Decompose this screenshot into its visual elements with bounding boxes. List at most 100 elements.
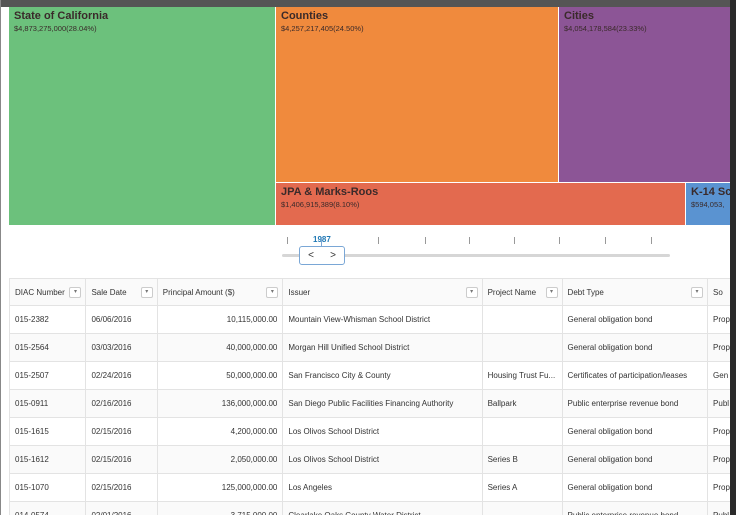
slider-tick <box>378 237 379 244</box>
cell-principal-amount: 10,115,000.00 <box>156 305 284 334</box>
cell-diac-number: 014-0574 <box>8 501 87 515</box>
table-row[interactable]: 015-0911 02/16/2016 136,000,000.00 San D… <box>8 389 736 418</box>
slider-tick <box>514 237 515 244</box>
cell-sale-date: 02/15/2016 <box>85 473 158 502</box>
slider-tick <box>605 237 606 244</box>
table-row[interactable]: 015-2507 02/24/2016 50,000,000.00 San Fr… <box>8 361 736 390</box>
cell-sale-date: 02/15/2016 <box>85 445 158 474</box>
year-slider: 1987 < > <box>9 225 731 278</box>
table-header-row: DIAC Number ▾ Sale Date ▾ Principal Amount… <box>8 278 736 306</box>
cell-principal-amount: 40,000,000.00 <box>156 333 284 362</box>
tile-value: $594,053, <box>691 200 725 209</box>
cell-debt-type: Certificates of participation/leases <box>561 361 709 390</box>
cell-project-name: Ballpark <box>481 389 563 418</box>
app-frame: State of California $4,873,275,000(28.04… <box>0 0 736 515</box>
tile-value: $1,406,915,389(8.10%) <box>281 200 360 209</box>
cell-diac-number: 015-2507 <box>8 361 87 390</box>
cell-diac-number: 015-1612 <box>8 445 87 474</box>
tile-label: JPA & Marks-Roos <box>281 186 379 198</box>
cell-debt-type: General obligation bond <box>561 305 709 334</box>
tile-label: K-14 Sch <box>691 186 731 198</box>
cell-issuer: Mountain View-Whisman School District <box>282 305 483 334</box>
filter-dropdown-icon[interactable]: ▾ <box>266 287 279 298</box>
cell-principal-amount: 3,715,000.00 <box>156 501 284 515</box>
table-row[interactable]: 014-0574 02/01/2016 3,715,000.00 Clearla… <box>8 501 736 515</box>
cell-issuer: Morgan Hill Unified School District <box>282 333 483 362</box>
cell-project-name: Series B <box>481 445 563 474</box>
column-header-debt-type[interactable]: Debt Type ▾ <box>561 278 709 306</box>
cell-project-name: Housing Trust Fu... <box>481 361 563 390</box>
filter-dropdown-icon[interactable]: ▾ <box>69 287 82 298</box>
cell-sale-date: 02/01/2016 <box>85 501 158 515</box>
filter-dropdown-icon[interactable]: ▾ <box>465 287 478 298</box>
column-header-sale-date[interactable]: Sale Date ▾ <box>85 278 158 306</box>
column-header-principal-amount[interactable]: Principal Amount ($) ▾ <box>156 278 284 306</box>
treemap-tile-cities[interactable]: Cities $4,054,178,584(23.33%) <box>558 7 731 182</box>
treemap-tile-k14[interactable]: K-14 Sch $594,053, <box>685 182 731 225</box>
table-row[interactable]: 015-2564 03/03/2016 40,000,000.00 Morgan… <box>8 333 736 362</box>
cell-issuer: Los Olivos School District <box>282 445 483 474</box>
chevron-right-icon[interactable]: > <box>330 250 336 261</box>
cell-diac-number: 015-1615 <box>8 417 87 446</box>
filter-dropdown-icon[interactable]: ▾ <box>140 287 153 298</box>
cell-issuer: Los Angeles <box>282 473 483 502</box>
cell-diac-number: 015-2564 <box>8 333 87 362</box>
cell-debt-type: General obligation bond <box>561 473 709 502</box>
cell-debt-type: General obligation bond <box>561 417 709 446</box>
tile-value: $4,257,217,405(24.50%) <box>281 24 364 33</box>
cell-sale-date: 02/15/2016 <box>85 417 158 446</box>
cell-debt-type: General obligation bond <box>561 333 709 362</box>
cell-issuer: Clearlake Oaks County Water District <box>282 501 483 515</box>
cell-issuer: San Francisco City & County <box>282 361 483 390</box>
slider-tick <box>651 237 652 244</box>
treemap-tile-jpa[interactable]: JPA & Marks-Roos $1,406,915,389(8.10%) <box>275 182 685 225</box>
slider-tick <box>287 237 288 244</box>
treemap-tile-counties[interactable]: Counties $4,257,217,405(24.50%) <box>275 7 558 182</box>
cell-principal-amount: 136,000,000.00 <box>156 389 284 418</box>
window-top-border <box>1 0 736 7</box>
cell-principal-amount: 4,200,000.00 <box>156 417 284 446</box>
table-row[interactable]: 015-1070 02/15/2016 125,000,000.00 Los A… <box>8 473 736 502</box>
window-right-border <box>730 0 736 515</box>
filter-dropdown-icon[interactable]: ▾ <box>545 287 558 298</box>
slider-tick <box>469 237 470 244</box>
treemap-tile-state[interactable]: State of California $4,873,275,000(28.04… <box>9 7 275 225</box>
debt-issuance-table: DIAC Number ▾ Sale Date ▾ Principal Amount… <box>8 278 736 515</box>
column-header-issuer[interactable]: Issuer ▾ <box>282 278 483 306</box>
tile-label: Counties <box>281 10 329 22</box>
tile-label: Cities <box>564 10 594 22</box>
cell-principal-amount: 50,000,000.00 <box>156 361 284 390</box>
slider-tick <box>559 237 560 244</box>
cell-debt-type: Public enterprise revenue bond <box>561 501 709 515</box>
slider-tick <box>425 237 426 244</box>
cell-sale-date: 02/16/2016 <box>85 389 158 418</box>
column-header-diac-number[interactable]: DIAC Number ▾ <box>8 278 87 306</box>
cell-project-name <box>481 501 563 515</box>
cell-diac-number: 015-1070 <box>8 473 87 502</box>
cell-principal-amount: 2,050,000.00 <box>156 445 284 474</box>
cell-sale-date: 02/24/2016 <box>85 361 158 390</box>
tile-value: $4,873,275,000(28.04%) <box>14 24 97 33</box>
cell-sale-date: 03/03/2016 <box>85 333 158 362</box>
cell-project-name: Series A <box>481 473 563 502</box>
cell-diac-number: 015-2382 <box>8 305 87 334</box>
cell-issuer: Los Olivos School District <box>282 417 483 446</box>
cell-project-name <box>481 333 563 362</box>
cell-debt-type: General obligation bond <box>561 445 709 474</box>
cell-debt-type: Public enterprise revenue bond <box>561 389 709 418</box>
tile-label: State of California <box>14 10 109 22</box>
cell-project-name <box>481 305 563 334</box>
table-row[interactable]: 015-1615 02/15/2016 4,200,000.00 Los Oli… <box>8 417 736 446</box>
slider-handle[interactable]: < > <box>299 246 345 265</box>
chevron-left-icon[interactable]: < <box>308 250 314 261</box>
filter-dropdown-icon[interactable]: ▾ <box>691 287 704 298</box>
cell-project-name <box>481 417 563 446</box>
cell-principal-amount: 125,000,000.00 <box>156 473 284 502</box>
cell-sale-date: 06/06/2016 <box>85 305 158 334</box>
cell-issuer: San Diego Public Facilities Financing Au… <box>282 389 483 418</box>
column-header-project-name[interactable]: Project Name ▾ <box>481 278 563 306</box>
table-row[interactable]: 015-2382 06/06/2016 10,115,000.00 Mounta… <box>8 305 736 334</box>
treemap-chart: State of California $4,873,275,000(28.04… <box>9 7 731 225</box>
table-row[interactable]: 015-1612 02/15/2016 2,050,000.00 Los Oli… <box>8 445 736 474</box>
slider-handle-pin <box>321 237 322 246</box>
